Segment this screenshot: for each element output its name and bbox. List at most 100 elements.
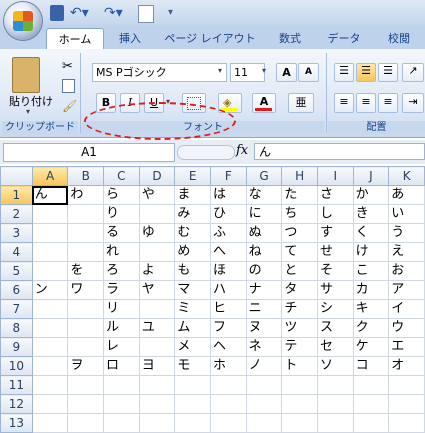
cell[interactable] <box>281 375 318 395</box>
cell[interactable] <box>352 394 390 414</box>
column-header[interactable]: I <box>316 166 354 186</box>
cell[interactable] <box>388 394 425 414</box>
cell[interactable] <box>31 337 69 357</box>
cell[interactable]: の <box>245 261 283 281</box>
cell[interactable]: ス <box>316 318 354 338</box>
cell[interactable] <box>245 375 283 395</box>
cell[interactable] <box>67 413 105 433</box>
cell[interactable] <box>138 413 176 433</box>
cell[interactable]: レ <box>103 337 140 357</box>
cell[interactable] <box>388 413 425 433</box>
cell[interactable]: す <box>316 223 354 243</box>
redo-icon[interactable]: ↷▾ <box>104 5 123 21</box>
cell[interactable]: め <box>174 242 211 262</box>
cell[interactable]: き <box>352 204 390 224</box>
cell[interactable]: し <box>316 204 354 224</box>
cell[interactable] <box>67 375 105 395</box>
cell[interactable]: キ <box>352 299 390 319</box>
cell[interactable] <box>103 394 140 414</box>
cell[interactable]: よ <box>138 261 176 281</box>
cell[interactable]: ハ <box>210 280 247 300</box>
row-header[interactable]: 7 <box>0 299 33 319</box>
cell[interactable]: チ <box>281 299 318 319</box>
column-header[interactable]: E <box>174 166 211 186</box>
cell[interactable]: マ <box>174 280 211 300</box>
name-box[interactable]: A1 <box>3 143 175 162</box>
cell[interactable] <box>210 375 247 395</box>
cell[interactable]: り <box>103 204 140 224</box>
cell[interactable] <box>31 375 69 395</box>
cell[interactable] <box>31 261 69 281</box>
cell[interactable] <box>138 375 176 395</box>
cell[interactable] <box>31 242 69 262</box>
cell[interactable] <box>174 413 211 433</box>
cell[interactable] <box>352 413 390 433</box>
align-middle-button[interactable]: ☰ <box>356 63 376 82</box>
cell[interactable]: シ <box>316 299 354 319</box>
row-header[interactable]: 12 <box>0 394 33 414</box>
cell[interactable] <box>31 413 69 433</box>
cell[interactable]: ロ <box>103 356 140 376</box>
cell[interactable]: い <box>388 204 425 224</box>
cell[interactable]: サ <box>316 280 354 300</box>
align-bottom-button[interactable]: ☰ <box>378 63 398 82</box>
cell[interactable] <box>138 299 176 319</box>
column-header[interactable]: A <box>31 166 69 186</box>
select-all-corner[interactable] <box>0 166 33 186</box>
cell[interactable]: ヲ <box>67 356 105 376</box>
cell[interactable]: テ <box>281 337 318 357</box>
cell[interactable] <box>31 223 69 243</box>
cell[interactable]: ん <box>31 185 69 205</box>
paste-dropdown-icon[interactable]: ▾ <box>26 107 30 116</box>
cell[interactable] <box>210 394 247 414</box>
cell[interactable]: ま <box>174 185 211 205</box>
cell[interactable]: ウ <box>388 318 425 338</box>
orientation-button[interactable]: ↗ <box>402 63 424 82</box>
cell[interactable] <box>174 375 211 395</box>
align-top-button[interactable]: ☰ <box>334 63 354 82</box>
row-header[interactable]: 5 <box>0 261 33 281</box>
cell[interactable]: タ <box>281 280 318 300</box>
cell[interactable]: も <box>174 261 211 281</box>
cell[interactable]: モ <box>174 356 211 376</box>
cell[interactable]: へ <box>210 242 247 262</box>
cell[interactable]: た <box>281 185 318 205</box>
cell[interactable]: な <box>245 185 283 205</box>
cell[interactable]: ホ <box>210 356 247 376</box>
cell[interactable]: エ <box>388 337 425 357</box>
cell[interactable]: ミ <box>174 299 211 319</box>
cell[interactable]: ム <box>174 318 211 338</box>
column-header[interactable]: D <box>138 166 176 186</box>
tab-page-layout[interactable]: ページ レイアウト <box>160 28 260 49</box>
indent-button[interactable]: ⇥ <box>402 93 424 113</box>
cell[interactable]: ヨ <box>138 356 176 376</box>
cell[interactable] <box>316 413 354 433</box>
cell[interactable]: む <box>174 223 211 243</box>
cell[interactable]: ヒ <box>210 299 247 319</box>
cell[interactable]: ネ <box>245 337 283 357</box>
cell[interactable]: み <box>174 204 211 224</box>
cell[interactable] <box>138 337 176 357</box>
paste-button[interactable]: 貼り付け <box>6 93 56 109</box>
align-center-button[interactable]: ≡ <box>356 93 376 113</box>
row-header[interactable]: 1 <box>0 185 33 205</box>
cell[interactable]: う <box>388 223 425 243</box>
paste-icon[interactable] <box>12 57 40 93</box>
cell[interactable]: リ <box>103 299 140 319</box>
cell[interactable]: ノ <box>245 356 283 376</box>
cell[interactable] <box>67 204 105 224</box>
cell[interactable]: ゆ <box>138 223 176 243</box>
cell[interactable]: る <box>103 223 140 243</box>
cell[interactable]: ツ <box>281 318 318 338</box>
cell[interactable] <box>210 413 247 433</box>
tab-data[interactable]: データ <box>320 28 368 49</box>
cell[interactable]: ク <box>352 318 390 338</box>
cell[interactable]: カ <box>352 280 390 300</box>
cell[interactable]: こ <box>352 261 390 281</box>
cell[interactable]: ル <box>103 318 140 338</box>
row-header[interactable]: 13 <box>0 413 33 433</box>
cell[interactable] <box>67 223 105 243</box>
cell[interactable]: ひ <box>210 204 247 224</box>
row-header[interactable]: 10 <box>0 356 33 376</box>
row-header[interactable]: 6 <box>0 280 33 300</box>
